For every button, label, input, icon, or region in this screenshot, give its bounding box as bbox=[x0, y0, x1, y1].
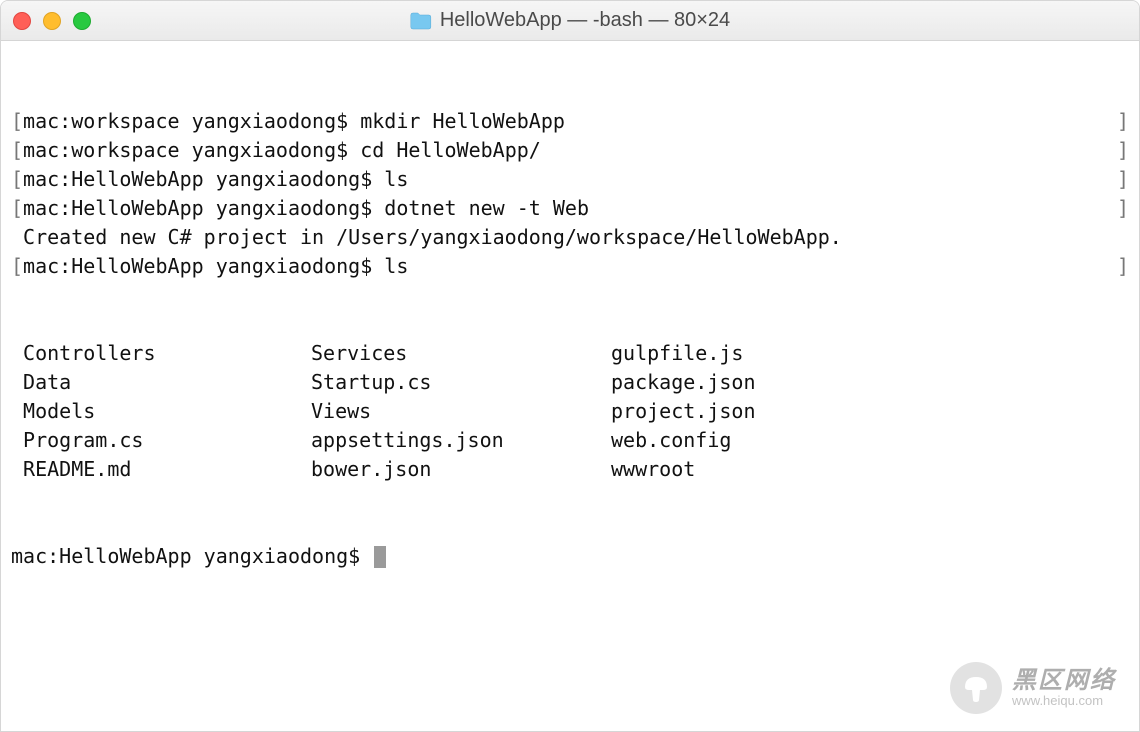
listing-item: wwwroot bbox=[611, 455, 1129, 484]
terminal-line: [mac:HelloWebApp yangxiaodong$ ls] bbox=[11, 252, 1129, 281]
listing-item: Controllers bbox=[11, 339, 311, 368]
listing-row: README.mdbower.jsonwwwroot bbox=[11, 455, 1129, 484]
window-title-area: HelloWebApp — -bash — 80×24 bbox=[410, 9, 730, 32]
window-title: HelloWebApp — -bash — 80×24 bbox=[440, 9, 730, 32]
maximize-button[interactable] bbox=[73, 12, 91, 30]
current-prompt-line: mac:HelloWebApp yangxiaodong$ bbox=[11, 542, 1129, 571]
listing-item: project.json bbox=[611, 397, 1129, 426]
listing-item: Data bbox=[11, 368, 311, 397]
listing-item: Services bbox=[311, 339, 611, 368]
listing-item: README.md bbox=[11, 455, 311, 484]
cursor bbox=[374, 546, 386, 568]
listing-item: package.json bbox=[611, 368, 1129, 397]
titlebar[interactable]: HelloWebApp — -bash — 80×24 bbox=[1, 1, 1139, 41]
close-button[interactable] bbox=[13, 12, 31, 30]
ls-listing: ControllersServicesgulpfile.js DataStart… bbox=[11, 339, 1129, 484]
terminal-window: HelloWebApp — -bash — 80×24 [mac:workspa… bbox=[0, 0, 1140, 732]
listing-row: DataStartup.cspackage.json bbox=[11, 368, 1129, 397]
current-prompt: mac:HelloWebApp yangxiaodong$ bbox=[11, 544, 372, 568]
terminal-line: Created new C# project in /Users/yangxia… bbox=[11, 223, 1129, 252]
terminal-line: [mac:HelloWebApp yangxiaodong$ ls] bbox=[11, 165, 1129, 194]
listing-item: Views bbox=[311, 397, 611, 426]
listing-item: Models bbox=[11, 397, 311, 426]
listing-item: bower.json bbox=[311, 455, 611, 484]
traffic-lights bbox=[13, 12, 91, 30]
terminal-line: [mac:workspace yangxiaodong$ cd HelloWeb… bbox=[11, 136, 1129, 165]
listing-item: appsettings.json bbox=[311, 426, 611, 455]
listing-item: Program.cs bbox=[11, 426, 311, 455]
minimize-button[interactable] bbox=[43, 12, 61, 30]
listing-item: web.config bbox=[611, 426, 1129, 455]
listing-item: Startup.cs bbox=[311, 368, 611, 397]
folder-icon bbox=[410, 12, 432, 30]
listing-row: ControllersServicesgulpfile.js bbox=[11, 339, 1129, 368]
terminal-line: [mac:workspace yangxiaodong$ mkdir Hello… bbox=[11, 107, 1129, 136]
listing-item: gulpfile.js bbox=[611, 339, 1129, 368]
terminal-line: [mac:HelloWebApp yangxiaodong$ dotnet ne… bbox=[11, 194, 1129, 223]
terminal-body[interactable]: [mac:workspace yangxiaodong$ mkdir Hello… bbox=[1, 41, 1139, 731]
terminal-output: [mac:workspace yangxiaodong$ mkdir Hello… bbox=[11, 107, 1129, 281]
listing-row: ModelsViewsproject.json bbox=[11, 397, 1129, 426]
listing-row: Program.csappsettings.jsonweb.config bbox=[11, 426, 1129, 455]
